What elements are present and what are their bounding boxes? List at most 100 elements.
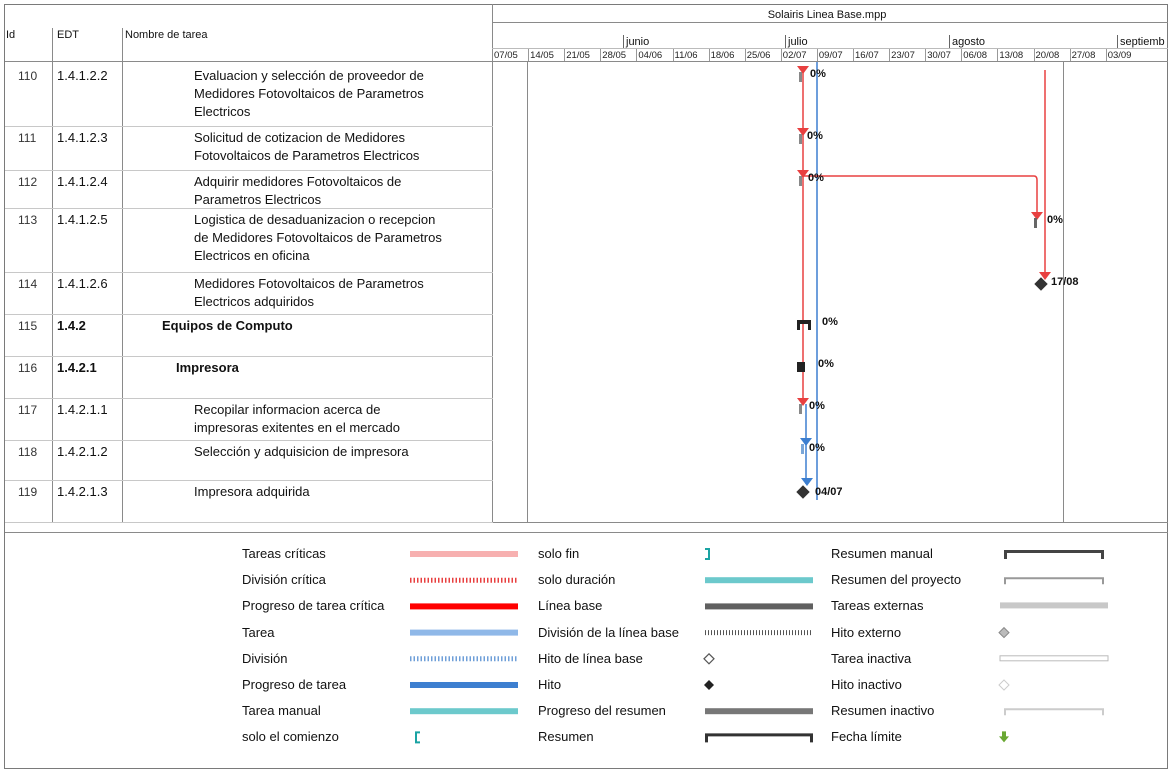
row-divider <box>5 170 493 171</box>
row-edt[interactable]: 1.4.2.1 <box>57 359 121 377</box>
timescale-month: agosto <box>952 36 986 48</box>
row-id[interactable]: 110 <box>18 67 52 85</box>
task-bar <box>799 72 802 82</box>
legend-swatch-milestone <box>704 680 714 690</box>
row-task-name[interactable]: Solicitud de cotizacion de Medidores Foto… <box>194 129 494 165</box>
legend-item-baseline: Línea base <box>538 598 603 614</box>
row-task-name[interactable]: Selección y adquisicion de impresora <box>194 443 494 461</box>
row-edt[interactable]: 1.4.2 <box>57 317 121 335</box>
row-id[interactable]: 116 <box>18 359 52 377</box>
legend-swatch-summary <box>705 733 813 743</box>
row-edt[interactable]: 1.4.1.2.2 <box>57 67 121 85</box>
row-edt[interactable]: 1.4.1.2.3 <box>57 129 121 147</box>
row-task-name[interactable]: Impresora <box>176 359 476 377</box>
legend-swatch-manual-summary <box>1004 550 1104 559</box>
legend-item-inactive-task: Tarea inactiva <box>831 650 912 666</box>
timescale-week: 21/05 <box>566 50 590 61</box>
task-bar <box>1034 218 1037 228</box>
week-tick <box>889 49 891 61</box>
legend-swatch-inactive-task <box>999 655 1109 662</box>
legend-swatch-baseline <box>705 603 813 610</box>
legend-swatch-task <box>410 629 518 636</box>
task-name-line: Solicitud de cotizacion de Medidores <box>194 130 406 145</box>
timescale-week: 16/07 <box>855 50 879 61</box>
row-id[interactable]: 115 <box>18 317 52 335</box>
row-divider <box>5 356 493 357</box>
link-arrowhead <box>797 66 809 74</box>
legend-swatch-external-tasks <box>1000 602 1108 609</box>
link-arrowhead <box>797 398 809 406</box>
legend-swatch-duration-only <box>705 577 813 584</box>
row-task-name[interactable]: Evaluacion y selección de proveedor de Me… <box>194 67 494 121</box>
timescale-week: 02/07 <box>782 50 807 61</box>
column-divider-id <box>52 28 53 522</box>
row-edt[interactable]: 1.4.1.2.5 <box>57 211 121 229</box>
row-edt[interactable]: 1.4.2.1.3 <box>57 483 121 501</box>
legend-item-external-tasks: Tareas externas <box>831 598 924 614</box>
task-name-line: Electricos adquiridos <box>194 294 314 309</box>
timescale-week: 11/06 <box>674 50 698 61</box>
row-id[interactable]: 119 <box>18 483 52 501</box>
row-task-name[interactable]: Impresora adquirida <box>194 483 494 501</box>
row-task-name[interactable]: Medidores Fotovoltaicos de Parametros Ele… <box>194 275 494 311</box>
task-name-line: de Medidores Fotovoltaicos de Parametros <box>194 230 442 245</box>
row-divider <box>5 208 493 209</box>
row-id[interactable]: 111 <box>18 129 52 147</box>
legend-item-critical-split: División crítica <box>242 572 326 588</box>
task-name-line: impresoras exitentes en el mercado <box>194 420 400 435</box>
gantt-bar-label: 0% <box>809 400 825 412</box>
legend-item-inactive-summary: Resumen inactivo <box>831 703 935 719</box>
timescale-month: junio <box>626 36 650 48</box>
row-id[interactable]: 118 <box>18 443 52 461</box>
row-edt[interactable]: 1.4.1.2.4 <box>57 173 121 191</box>
row-id[interactable]: 114 <box>18 275 52 293</box>
row-task-name[interactable]: Logistica de desaduanizacion o recepcion… <box>194 211 494 265</box>
row-edt[interactable]: 1.4.1.2.6 <box>57 275 121 293</box>
legend-swatch-external-milestone <box>998 626 1010 639</box>
title-divider <box>492 22 1168 23</box>
gantt-bar-label: 04/07 <box>815 486 843 498</box>
row-id[interactable]: 113 <box>18 211 52 229</box>
gantt-bar-label: 17/08 <box>1051 276 1079 288</box>
timescale-week: 25/06 <box>746 50 771 61</box>
timescale-week: 30/07 <box>927 50 951 61</box>
legend-item-baseline-split: División de la línea base <box>538 624 679 640</box>
legend-swatch-baseline-milestone <box>703 652 715 665</box>
legend-item-task: Tarea <box>242 624 275 640</box>
row-divider <box>5 314 493 315</box>
week-tick <box>708 49 710 61</box>
timescale-week: 04/06 <box>638 50 663 61</box>
row-task-name[interactable]: Adquirir medidores Fotovoltaicos de Param… <box>194 173 494 209</box>
legend-item-duration-only: solo duración <box>538 572 616 588</box>
legend-item-summary: Resumen <box>538 729 594 745</box>
legend-item-critical-task: Tareas críticas <box>242 546 326 561</box>
week-tick <box>672 49 674 61</box>
row-task-name[interactable]: Recopilar informacion acerca de impresora… <box>194 401 494 437</box>
task-name-line: Electricos <box>194 104 251 119</box>
legend-swatch-inactive-milestone <box>998 679 1010 691</box>
row-edt[interactable]: 1.4.2.1.2 <box>57 443 121 461</box>
column-divider-edt <box>122 28 123 522</box>
legend-item-inactive-milestone: Hito inactivo <box>831 677 902 692</box>
row-divider <box>5 480 493 481</box>
row-id[interactable]: 112 <box>18 173 52 191</box>
month-tick <box>623 35 624 48</box>
row-task-name[interactable]: Equipos de Computo <box>162 317 462 335</box>
summary-bar <box>797 362 805 372</box>
month-tick <box>1117 35 1118 48</box>
gantt-gridline <box>527 62 528 522</box>
legend-item-split: División <box>242 650 288 666</box>
legend-swatch-critical-task <box>410 551 518 557</box>
row-id[interactable]: 117 <box>18 401 52 419</box>
week-tick <box>997 49 999 61</box>
legend-item-manual-summary: Resumen manual <box>831 546 933 561</box>
task-name-line: Impresora <box>176 360 239 375</box>
task-name-line: Logistica de desaduanizacion o recepcion <box>194 212 436 227</box>
week-tick <box>744 49 746 61</box>
task-bar <box>801 444 804 454</box>
week-tick <box>636 49 638 61</box>
timescale-week: 28/05 <box>602 50 627 61</box>
gantt-bar-label: 0% <box>810 68 826 80</box>
row-edt[interactable]: 1.4.2.1.1 <box>57 401 121 419</box>
timescale-week: 27/08 <box>1071 50 1096 61</box>
